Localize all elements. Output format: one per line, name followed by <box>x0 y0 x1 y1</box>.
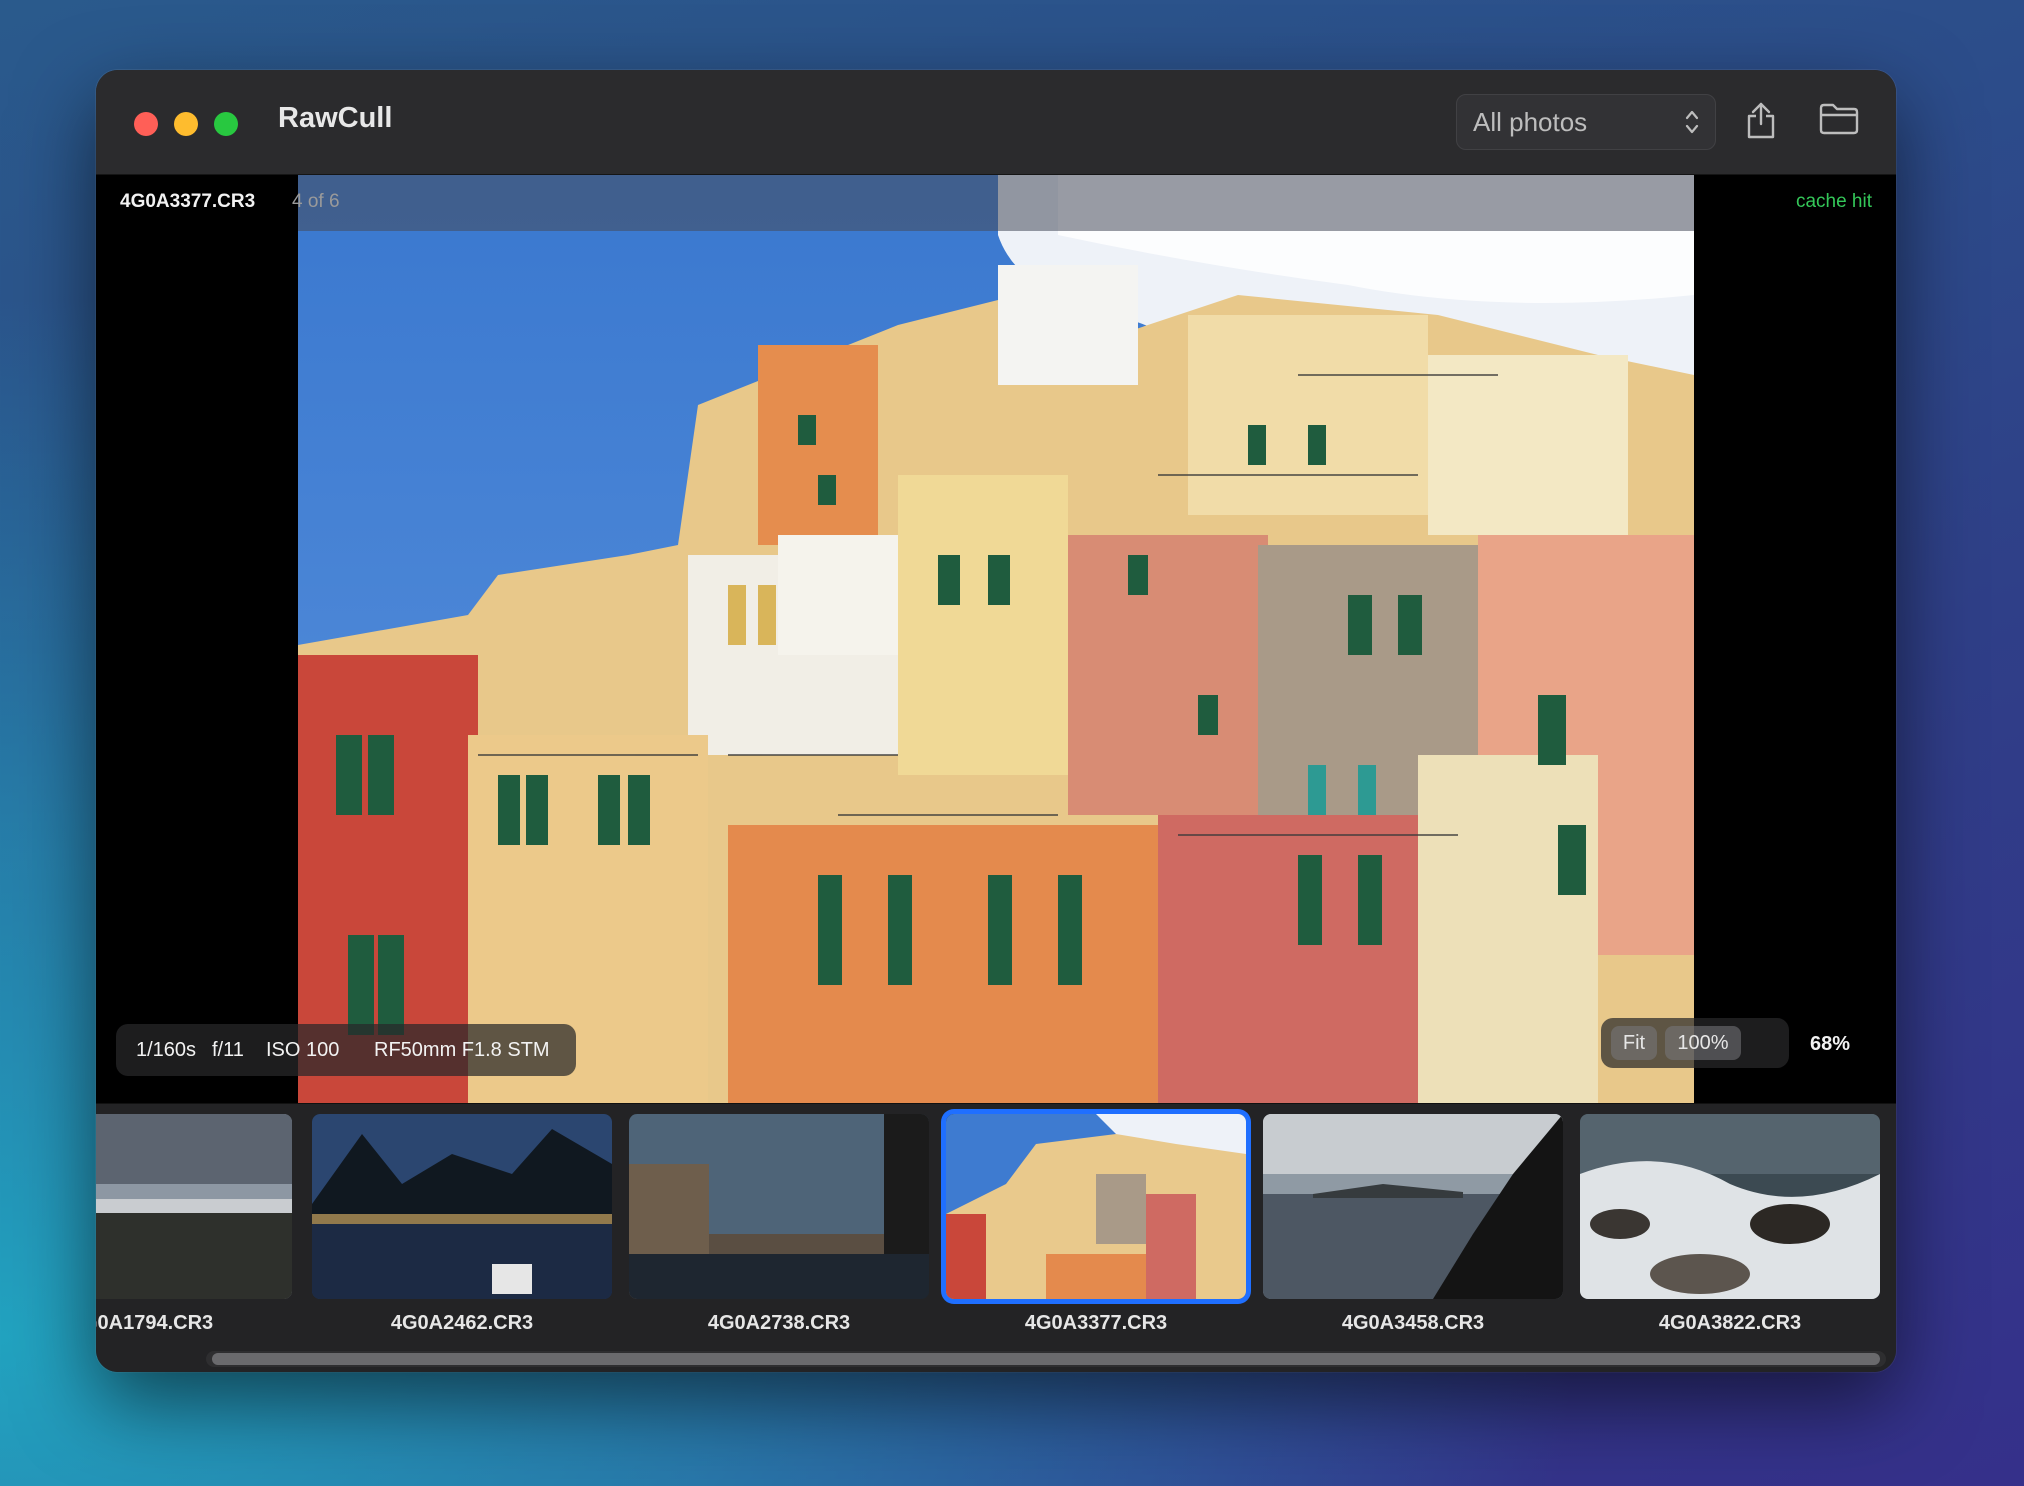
zoom-100-button[interactable]: 100% <box>1665 1026 1741 1060</box>
photo-filter-select[interactable]: All photos <box>1456 94 1716 150</box>
thumbnail-3-image <box>629 1114 929 1299</box>
thumbnail-6[interactable] <box>1580 1114 1880 1299</box>
thumbnail-1-image <box>96 1114 292 1299</box>
thumbnail-2-image <box>312 1114 612 1299</box>
close-window-button[interactable] <box>134 112 158 136</box>
thumbnail-6-image <box>1580 1114 1880 1299</box>
photo-filter-value: All photos <box>1473 107 1588 137</box>
thumbnail-4-image <box>946 1114 1246 1299</box>
iso: ISO 100 <box>266 1039 340 1061</box>
photo-info-bar: 4G0A3377.CR3 4 of 6 cache hit <box>96 175 1896 231</box>
thumbnail-5-label: 4G0A3458.CR3 <box>1341 1312 1485 1334</box>
thumbnail-5-image <box>1263 1114 1563 1299</box>
chevron-up-down-icon <box>1685 110 1699 134</box>
photo-viewer[interactable]: 4G0A3377.CR3 4 of 6 cache hit 1/160s f/1… <box>96 175 1896 1103</box>
share-icon[interactable] <box>1744 100 1778 140</box>
filmstrip-scrollbar-thumb[interactable] <box>212 1353 1880 1365</box>
thumbnail-2-label: 4G0A2462.CR3 <box>390 1312 534 1334</box>
folder-icon[interactable] <box>1818 100 1860 136</box>
thumbnail-6-label: 4G0A3822.CR3 <box>1658 1312 1802 1334</box>
minimize-window-button[interactable] <box>174 112 198 136</box>
zoom-level: 68% <box>1810 1033 1851 1055</box>
current-filename: 4G0A3377.CR3 <box>120 191 256 212</box>
thumbnail-3-label: 4G0A2738.CR3 <box>707 1312 851 1334</box>
zoom-fit-button[interactable]: Fit <box>1611 1026 1657 1060</box>
cache-status: cache hit <box>1795 191 1872 212</box>
zoom-window-button[interactable] <box>214 112 238 136</box>
thumbnail-4[interactable] <box>946 1114 1246 1299</box>
main-photo <box>298 175 1694 1103</box>
thumbnail-5[interactable] <box>1263 1114 1563 1299</box>
lens: RF50mm F1.8 STM <box>374 1039 550 1061</box>
exif-overlay: 1/160s f/11 ISO 100 RF50mm F1.8 STM <box>116 1024 576 1076</box>
thumbnail-1[interactable] <box>96 1114 292 1299</box>
zoom-control: Fit 100% <box>1601 1018 1789 1068</box>
thumbnail-4-label: 4G0A3377.CR3 <box>1024 1312 1168 1334</box>
app-title: RawCull <box>278 102 393 134</box>
title-bar: RawCull All photos <box>96 70 1896 175</box>
thumbnail-3[interactable] <box>629 1114 929 1299</box>
thumbnail-2[interactable] <box>312 1114 612 1299</box>
shutter-speed: 1/160s <box>136 1039 197 1061</box>
photo-position: 4 of 6 <box>292 191 340 212</box>
app-window: RawCull All photos 4G0A3377.CR3 4 of 6 c… <box>96 70 1896 1372</box>
filmstrip[interactable]: 4G0A1794.CR3 4G0A2462.CR3 4G0A2738.CR3 <box>96 1103 1896 1372</box>
thumbnail-1-label: 4G0A1794.CR3 <box>96 1312 214 1334</box>
aperture: f/11 <box>212 1039 244 1061</box>
